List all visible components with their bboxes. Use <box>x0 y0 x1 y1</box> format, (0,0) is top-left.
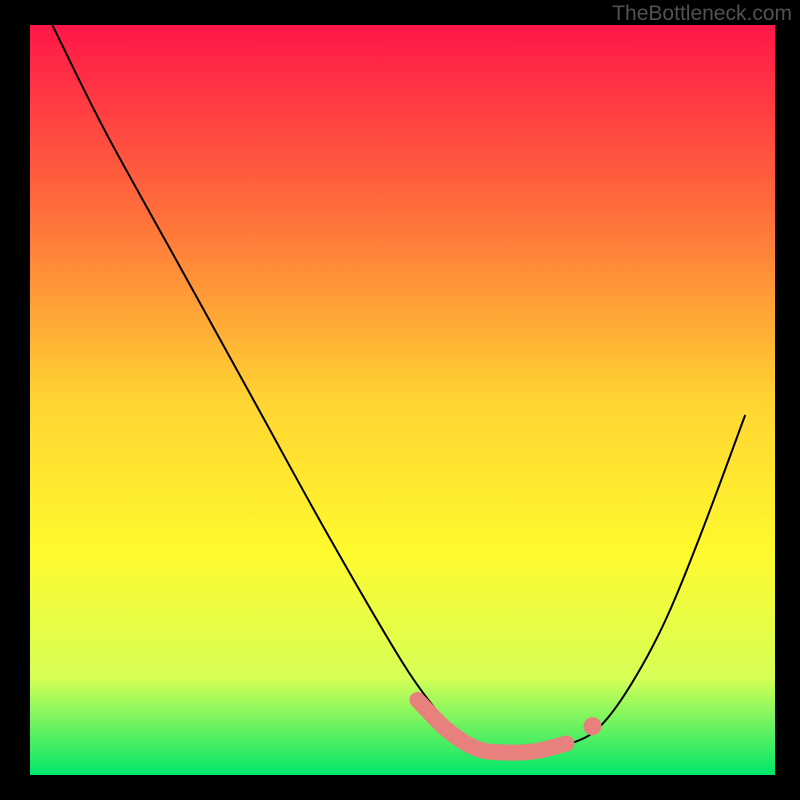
bottleneck-chart <box>0 0 800 800</box>
chart-frame: TheBottleneck.com <box>0 0 800 800</box>
watermark-text: TheBottleneck.com <box>612 2 792 26</box>
accent-dot <box>583 717 601 735</box>
